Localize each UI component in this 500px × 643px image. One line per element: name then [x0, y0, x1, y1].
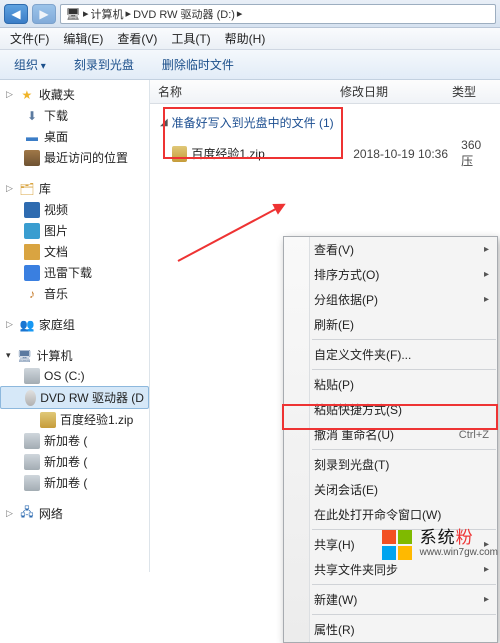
breadcrumb-computer[interactable]: 计算机 [91, 6, 124, 22]
ctx-paste-shortcut[interactable]: 粘贴快捷方式(S) [284, 397, 497, 422]
ctx-paste[interactable]: 粘贴(P) [284, 372, 497, 397]
ctx-new[interactable]: 新建(W) [284, 587, 497, 612]
toolbar: 组织 刻录到光盘 删除临时文件 [0, 50, 500, 80]
file-date: 2018-10-19 10:36 [353, 147, 461, 161]
picture-icon [24, 223, 40, 239]
back-button[interactable]: ◀ [4, 4, 28, 24]
computer-icon: 🖥 [17, 348, 33, 364]
ctx-group[interactable]: 分组依据(P) [284, 287, 497, 312]
menu-help[interactable]: 帮助(H) [219, 28, 272, 49]
context-menu: 查看(V) 排序方式(O) 分组依据(P) 刷新(E) 自定义文件夹(F)...… [283, 236, 498, 643]
file-type: 360压 [461, 138, 492, 169]
ctx-sort[interactable]: 排序方式(O) [284, 262, 497, 287]
nav-computer[interactable]: ▾🖥计算机 [0, 345, 149, 366]
nav-music[interactable]: ♪音乐 [0, 283, 149, 304]
menubar: 文件(F) 编辑(E) 查看(V) 工具(T) 帮助(H) [0, 28, 500, 50]
group-header[interactable]: ◢准备好写入到光盘中的文件 (1) [154, 110, 496, 135]
ctx-burn[interactable]: 刻录到光盘(T) [284, 452, 497, 477]
ctx-customize[interactable]: 自定义文件夹(F)... [284, 342, 497, 367]
menu-view[interactable]: 查看(V) [111, 28, 163, 49]
ctx-view[interactable]: 查看(V) [284, 237, 497, 262]
toolbar-organize[interactable]: 组织 [6, 53, 54, 76]
star-icon: ★ [19, 87, 35, 103]
nav-pane: ▷★收藏夹 ⬇下载 ▬桌面 最近访问的位置 ▷🗂库 视频 图片 文档 迅雷下载 … [0, 80, 150, 572]
col-date[interactable]: 修改日期 [340, 83, 452, 100]
hdd-icon [24, 368, 40, 384]
file-name: 百度经验1.zip [191, 145, 353, 162]
music-icon: ♪ [24, 286, 40, 302]
address-bar[interactable]: 🖥 ▸ 计算机 ▸ DVD RW 驱动器 (D:) ▸ [60, 4, 496, 24]
desktop-icon: ▬ [24, 129, 40, 145]
watermark: 系统粉 www.win7gw.com [380, 528, 500, 562]
breadcrumb-drive[interactable]: DVD RW 驱动器 (D:) [133, 6, 235, 22]
nav-desktop[interactable]: ▬桌面 [0, 126, 149, 147]
hdd-icon [24, 454, 40, 470]
zip-icon [40, 412, 56, 428]
nav-zipfile[interactable]: 百度经验1.zip [0, 409, 149, 430]
document-icon [24, 244, 40, 260]
dvd-icon [25, 390, 36, 406]
nav-network[interactable]: ▷🖧网络 [0, 503, 149, 524]
file-row[interactable]: 百度经验1.zip 2018-10-19 10:36 360压 [154, 135, 496, 172]
nav-documents[interactable]: 文档 [0, 241, 149, 262]
hdd-icon [24, 433, 40, 449]
menu-file[interactable]: 文件(F) [4, 28, 55, 49]
recent-icon [24, 150, 40, 166]
folder-icon: 🖥 [65, 6, 81, 22]
nav-recent[interactable]: 最近访问的位置 [0, 147, 149, 168]
library-icon: 🗂 [19, 181, 35, 197]
nav-osc[interactable]: OS (C:) [0, 366, 149, 386]
nav-vol1[interactable]: 新加卷 ( [0, 430, 149, 451]
nav-vol3[interactable]: 新加卷 ( [0, 472, 149, 493]
ctx-open-cmd[interactable]: 在此处打开命令窗口(W) [284, 502, 497, 527]
forward-button[interactable]: ▶ [32, 4, 56, 24]
nav-vol2[interactable]: 新加卷 ( [0, 451, 149, 472]
nav-libraries[interactable]: ▷🗂库 [0, 178, 149, 199]
titlebar: ◀ ▶ 🖥 ▸ 计算机 ▸ DVD RW 驱动器 (D:) ▸ [0, 0, 500, 28]
network-icon: 🖧 [19, 506, 35, 522]
video-icon [24, 202, 40, 218]
ctx-close-session[interactable]: 关闭会话(E) [284, 477, 497, 502]
menu-edit[interactable]: 编辑(E) [57, 28, 109, 49]
ctx-refresh[interactable]: 刷新(E) [284, 312, 497, 337]
column-headers: 名称 修改日期 类型 [150, 80, 500, 104]
col-name[interactable]: 名称 [150, 83, 340, 100]
ctx-undo-rename[interactable]: 撤消 重命名(U)Ctrl+Z [284, 422, 497, 447]
toolbar-delete-temp[interactable]: 删除临时文件 [154, 53, 242, 76]
nav-videos[interactable]: 视频 [0, 199, 149, 220]
ctx-properties[interactable]: 属性(R) [284, 617, 497, 642]
thunder-icon [24, 265, 40, 281]
col-type[interactable]: 类型 [452, 83, 500, 100]
windows-logo-icon [382, 530, 414, 560]
nav-favorites[interactable]: ▷★收藏夹 [0, 84, 149, 105]
homegroup-icon: 👥 [19, 317, 35, 333]
hdd-icon [24, 475, 40, 491]
nav-thunder[interactable]: 迅雷下载 [0, 262, 149, 283]
nav-pictures[interactable]: 图片 [0, 220, 149, 241]
menu-tools[interactable]: 工具(T) [165, 28, 216, 49]
nav-downloads[interactable]: ⬇下载 [0, 105, 149, 126]
zip-icon [172, 146, 187, 162]
nav-dvd-drive[interactable]: DVD RW 驱动器 (D [0, 386, 149, 409]
toolbar-burn[interactable]: 刻录到光盘 [66, 53, 142, 76]
download-icon: ⬇ [24, 108, 40, 124]
file-list[interactable]: ◢准备好写入到光盘中的文件 (1) 百度经验1.zip 2018-10-19 1… [150, 104, 500, 178]
nav-homegroup[interactable]: ▷👥家庭组 [0, 314, 149, 335]
